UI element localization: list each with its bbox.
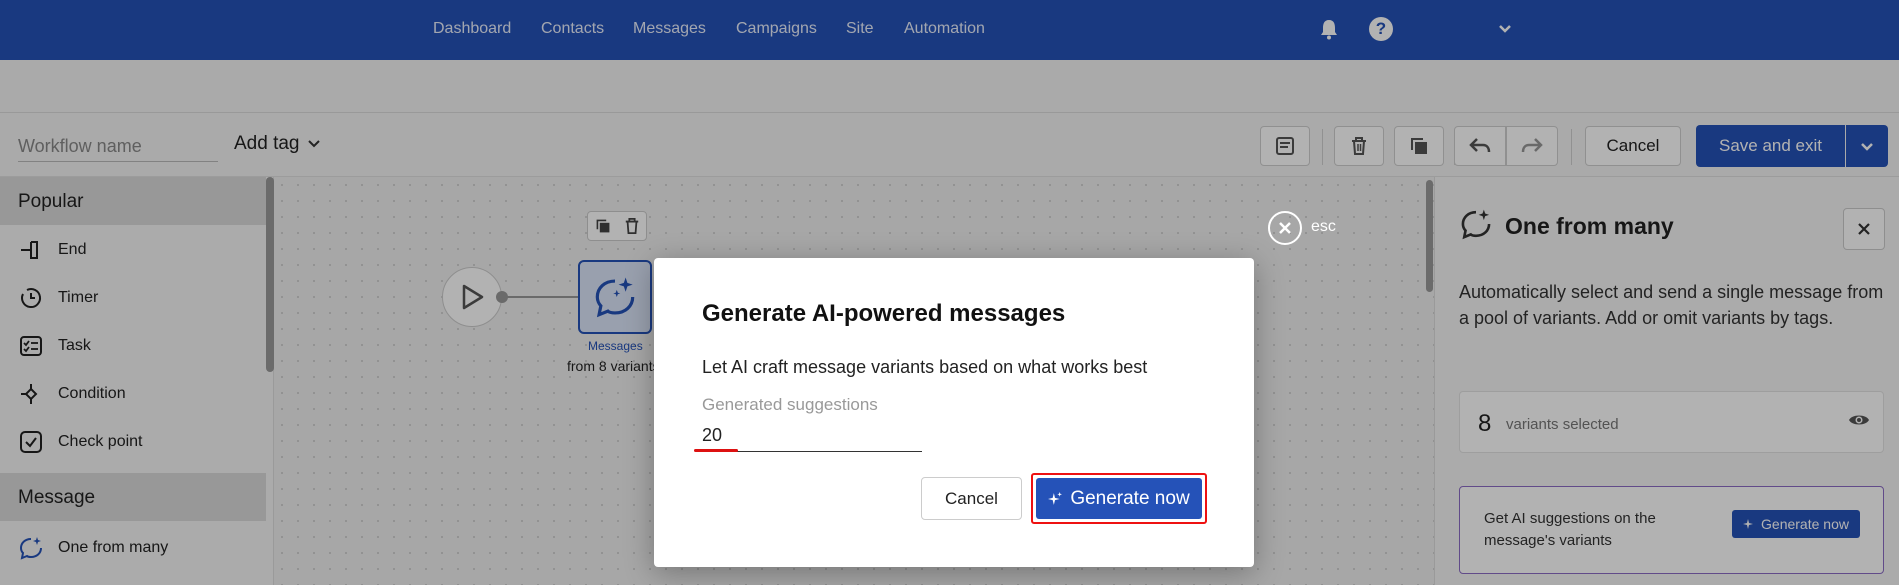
dialog-title: Generate AI-powered messages	[702, 300, 1066, 327]
close-modal-button[interactable]	[1268, 211, 1302, 245]
sparkle-icon	[1048, 491, 1063, 505]
generate-ai-dialog: Generate AI-powered messages Let AI craf…	[654, 258, 1254, 567]
dialog-description: Let AI craft message variants based on w…	[702, 357, 1148, 377]
annotation-highlight-box: Generate now	[1031, 473, 1207, 524]
generate-now-button[interactable]: Generate now	[1036, 478, 1202, 519]
esc-hint: esc	[1311, 218, 1336, 235]
suggestions-count-input[interactable]	[702, 420, 922, 452]
annotation-underline	[694, 449, 738, 452]
generate-now-label: Generate now	[1070, 487, 1190, 509]
close-icon	[1279, 222, 1291, 234]
suggestions-field-label: Generated suggestions	[702, 395, 878, 414]
dialog-cancel-button[interactable]: Cancel	[921, 477, 1022, 520]
